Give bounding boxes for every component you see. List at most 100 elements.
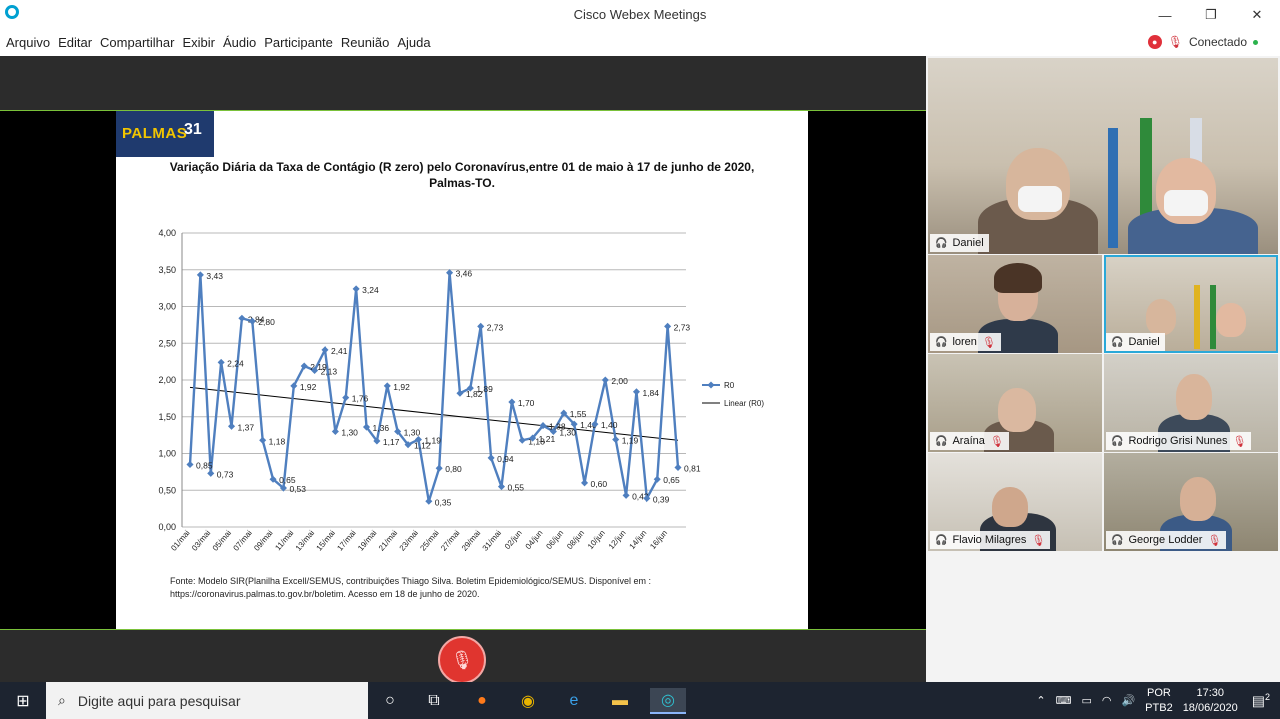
mute-microphone-button[interactable]: 🎙 bbox=[438, 636, 486, 684]
data-label: 1,19 bbox=[622, 436, 639, 446]
wifi-icon[interactable]: ◠ bbox=[1102, 694, 1112, 707]
data-label: 1,36 bbox=[373, 423, 390, 433]
data-point bbox=[622, 491, 630, 499]
windows-start-icon[interactable]: ⊞ bbox=[0, 682, 46, 719]
x-tick-label: 06/jun bbox=[544, 529, 565, 551]
headset-icon: 🎧 bbox=[1111, 534, 1124, 546]
r0-line-chart: 0,000,501,001,502,002,503,003,504,0001/m… bbox=[158, 228, 764, 553]
menu-editar[interactable]: Editar bbox=[58, 35, 92, 50]
legend-label-r0: R0 bbox=[724, 381, 735, 390]
data-label: 0,55 bbox=[507, 483, 524, 493]
windows-taskbar: ⊞ ⌕ Digite aqui para pesquisar ○ ⧉ ● ◉ e… bbox=[0, 682, 1280, 719]
edge-icon[interactable]: e bbox=[560, 688, 588, 714]
firefox-icon[interactable]: ● bbox=[468, 688, 496, 714]
data-label: 2,73 bbox=[487, 322, 504, 332]
data-label: 0,80 bbox=[445, 464, 462, 474]
recording-icon[interactable]: ● bbox=[1147, 35, 1162, 49]
data-label: 2,00 bbox=[611, 376, 628, 386]
participant-tile[interactable]: 🎧 George Lodder 🎙 bbox=[1104, 453, 1278, 551]
data-label: 3,46 bbox=[456, 269, 473, 279]
data-point bbox=[664, 322, 672, 330]
data-label: 2,73 bbox=[674, 322, 691, 332]
task-view-icon[interactable]: ⧉ bbox=[420, 688, 448, 714]
data-point bbox=[331, 427, 339, 435]
data-point bbox=[508, 398, 516, 406]
data-point bbox=[477, 322, 485, 330]
data-label: 1,89 bbox=[476, 384, 493, 394]
menu-reuniao[interactable]: Reunião bbox=[341, 35, 389, 50]
x-tick-label: 03/mai bbox=[190, 528, 212, 552]
data-point bbox=[217, 358, 225, 366]
menu-ajuda[interactable]: Ajuda bbox=[397, 35, 430, 50]
muted-mic-icon: 🎙 bbox=[1232, 435, 1247, 448]
data-label: 1,19 bbox=[424, 436, 441, 446]
chevron-up-icon[interactable]: ⌃ bbox=[1036, 694, 1045, 707]
search-placeholder: Digite aqui para pesquisar bbox=[77, 692, 241, 709]
data-label: 1,30 bbox=[404, 427, 421, 437]
x-tick-label: 21/mai bbox=[377, 528, 399, 552]
chrome-icon[interactable]: ◉ bbox=[514, 688, 542, 714]
x-tick-label: 08/jun bbox=[565, 529, 586, 551]
restore-button[interactable]: ❐ bbox=[1188, 0, 1234, 30]
data-point bbox=[227, 422, 236, 430]
language-indicator[interactable]: POR PTB2 bbox=[1145, 686, 1173, 716]
menu-exibir[interactable]: Exibir bbox=[182, 35, 215, 50]
participant-tile[interactable]: 🎧 Rodrigo Grisi Nunes 🎙 bbox=[1104, 354, 1278, 452]
presentation-slide: PALMAS 31 Variação Diária da Taxa de Con… bbox=[116, 111, 808, 629]
participant-tile[interactable]: 🎧 Daniel bbox=[928, 58, 1278, 254]
battery-icon[interactable]: ▭ bbox=[1081, 694, 1091, 707]
data-label: 1,92 bbox=[393, 382, 410, 392]
participant-tile[interactable]: 🎧 loren 🎙 bbox=[928, 255, 1102, 353]
data-label: 1,17 bbox=[383, 437, 400, 447]
title-bar: Cisco Webex Meetings — ❐ ✕ bbox=[0, 0, 1280, 30]
data-label: 1,70 bbox=[518, 398, 535, 408]
participant-tile[interactable]: 🎧 Flavio Milagres 🎙 bbox=[928, 453, 1102, 551]
data-point bbox=[196, 271, 204, 279]
x-tick-label: 29/mai bbox=[460, 528, 482, 552]
cortana-icon[interactable]: ○ bbox=[376, 688, 404, 714]
x-tick-label: 11/mai bbox=[273, 528, 295, 552]
mic-muted-icon[interactable]: 🎙 bbox=[1168, 35, 1183, 49]
clock[interactable]: 17:30 18/06/2020 bbox=[1183, 686, 1238, 716]
taskbar-search[interactable]: ⌕ Digite aqui para pesquisar bbox=[46, 682, 368, 719]
minimize-button[interactable]: — bbox=[1142, 0, 1188, 30]
trendline bbox=[189, 386, 679, 441]
x-tick-label: 12/jun bbox=[607, 529, 628, 551]
data-point bbox=[342, 394, 350, 402]
menu-audio[interactable]: Áudio bbox=[223, 35, 256, 50]
data-label: 1,84 bbox=[642, 388, 659, 398]
search-icon: ⌕ bbox=[58, 692, 66, 708]
webex-taskbar-icon[interactable]: ◎ bbox=[650, 688, 686, 714]
x-tick-label: 27/mai bbox=[439, 528, 461, 552]
data-label: 0,65 bbox=[663, 475, 680, 485]
y-tick-label: 3,50 bbox=[158, 265, 176, 275]
data-point bbox=[601, 376, 609, 384]
close-button[interactable]: ✕ bbox=[1234, 0, 1280, 30]
x-tick-label: 23/mai bbox=[398, 528, 420, 552]
menu-compartilhar[interactable]: Compartilhar bbox=[100, 35, 174, 50]
data-point bbox=[238, 314, 246, 322]
participant-tile[interactable]: 🎧 Daniel bbox=[1104, 255, 1278, 353]
participant-tile[interactable]: 🎧 Araína 🎙 bbox=[928, 354, 1102, 452]
data-label: 3,43 bbox=[206, 271, 223, 281]
menu-arquivo[interactable]: Arquivo bbox=[6, 35, 50, 50]
data-label: 0,85 bbox=[196, 461, 213, 471]
notifications-icon[interactable]: ▤2 bbox=[1252, 692, 1270, 710]
data-label: 1,76 bbox=[352, 394, 369, 404]
data-point bbox=[186, 460, 194, 469]
keyboard-icon[interactable]: ⌨ bbox=[1056, 694, 1072, 707]
legend-label-linear: Linear (R0) bbox=[724, 399, 764, 408]
menu-bar: Arquivo Editar Compartilhar Exibir Áudio… bbox=[0, 30, 1280, 56]
data-point bbox=[487, 454, 495, 462]
legend-marker-r0 bbox=[707, 381, 715, 389]
volume-icon[interactable]: 🔊 bbox=[1121, 694, 1135, 707]
data-label: 0,73 bbox=[217, 469, 234, 479]
x-tick-label: 15/mai bbox=[315, 528, 337, 552]
headset-icon: 🎧 bbox=[935, 336, 948, 348]
data-point bbox=[674, 463, 682, 472]
file-explorer-icon[interactable]: ▬ bbox=[606, 688, 634, 714]
menu-participante[interactable]: Participante bbox=[264, 35, 333, 50]
data-point bbox=[207, 469, 215, 477]
x-tick-label: 13/mai bbox=[294, 528, 316, 552]
data-label: 2,41 bbox=[331, 346, 348, 356]
